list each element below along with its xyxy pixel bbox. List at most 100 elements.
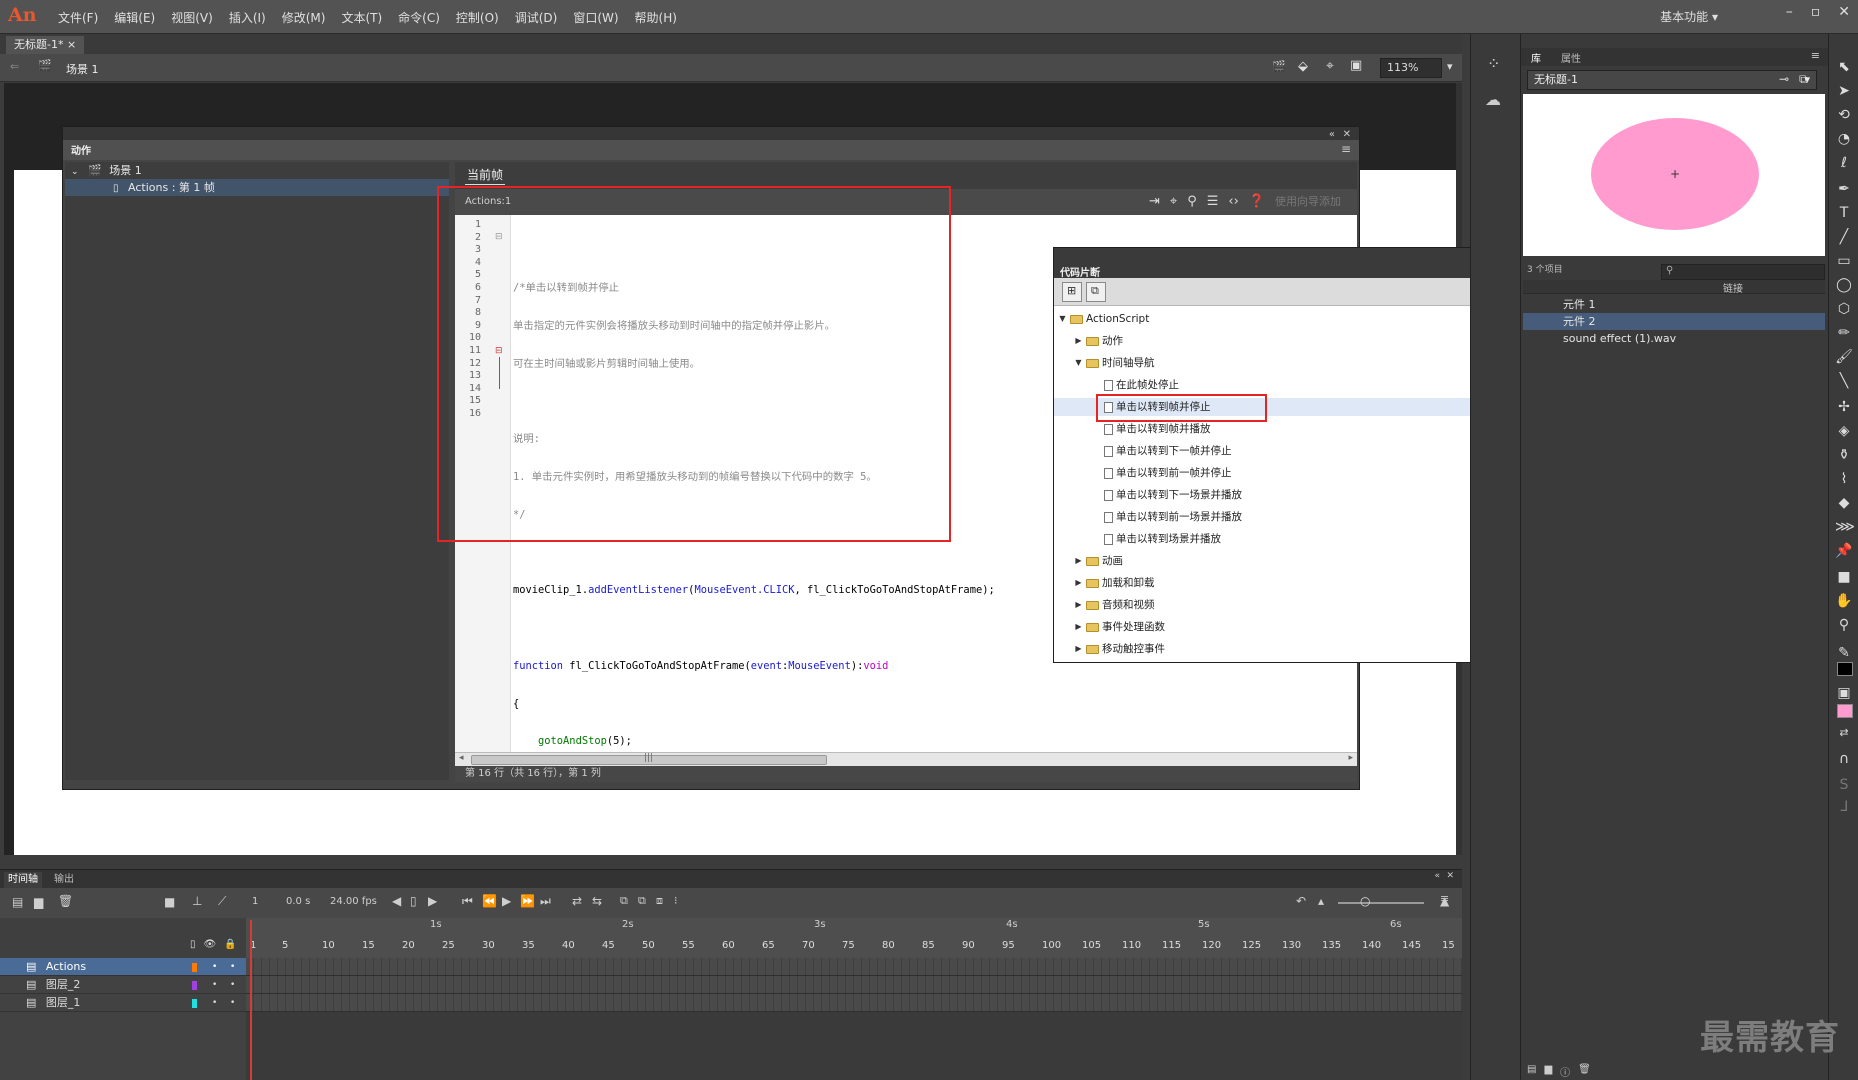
layer-color-swatch[interactable]: [192, 963, 197, 972]
library-item[interactable]: 元件 2: [1523, 313, 1825, 330]
tab-output[interactable]: 输出: [50, 872, 78, 888]
snippet-folder[interactable]: ▶ 加载和卸载: [1074, 574, 1154, 592]
pin-icon[interactable]: 📌: [1835, 542, 1853, 560]
trash-icon[interactable]: 🗑: [1578, 1064, 1591, 1079]
layer-row[interactable]: ▤ Actions • •: [0, 958, 246, 976]
menu-help[interactable]: 帮助(H): [627, 9, 685, 26]
snippet-item[interactable]: 在此帧处停止: [1104, 376, 1179, 394]
help-icon[interactable]: ❓: [1249, 194, 1265, 209]
triangle-right-icon[interactable]: ▶: [1074, 640, 1083, 658]
maximize-icon[interactable]: ▫: [1811, 4, 1821, 20]
lock-icon[interactable]: 🔒: [224, 939, 236, 950]
ink-bottle-icon[interactable]: ⚱: [1835, 446, 1853, 464]
arrow-left-icon[interactable]: ◂: [459, 753, 464, 763]
layer-color-swatch[interactable]: [192, 981, 197, 990]
layer-color-swatch[interactable]: [192, 999, 197, 1008]
menu-edit[interactable]: 编辑(E): [106, 9, 163, 26]
target-icon[interactable]: ⌖: [1170, 194, 1177, 209]
library-search-input[interactable]: ⚲: [1661, 264, 1825, 280]
onion-outline-icon[interactable]: ⧉: [638, 894, 646, 908]
workspace-switcher[interactable]: 基本功能 ▾: [1660, 8, 1718, 25]
editor-horizontal-scrollbar[interactable]: ◂ ||| ▸: [455, 752, 1357, 766]
swap-colors-icon[interactable]: ⇄: [1835, 724, 1853, 742]
layer-row[interactable]: ▤ 图层_2 • •: [0, 976, 246, 994]
fill-color-icon[interactable]: ▣: [1835, 684, 1853, 702]
copy-to-clipboard-button[interactable]: ⧉: [1086, 282, 1106, 302]
bone-tool-icon[interactable]: ✢: [1835, 398, 1853, 416]
snippet-item[interactable]: 单击以转到场景并播放: [1104, 530, 1221, 548]
pin-icon[interactable]: ⇥: [1149, 194, 1160, 209]
motion-presets-icon[interactable]: ⁘: [1487, 54, 1500, 73]
free-transform-icon[interactable]: ⟲: [1835, 106, 1853, 124]
lock-dot[interactable]: •: [230, 958, 235, 976]
menu-text[interactable]: 文本(T): [333, 9, 390, 26]
visibility-dot[interactable]: •: [212, 958, 217, 976]
camera-icon[interactable]: ■: [164, 895, 175, 909]
visibility-dot[interactable]: •: [212, 976, 217, 994]
tab-properties[interactable]: 属性: [1561, 50, 1581, 65]
folder-icon[interactable]: ▆: [34, 895, 43, 909]
clip-stage-icon[interactable]: ▣: [1350, 58, 1362, 73]
scene-node[interactable]: ⌄ 🎬 场景 1: [65, 162, 449, 179]
triangle-right-icon[interactable]: ▶: [1074, 552, 1083, 570]
zoom-out-icon[interactable]: ▴: [1318, 894, 1324, 908]
last-frame-icon[interactable]: ⏭: [540, 894, 551, 909]
playhead[interactable]: [250, 920, 252, 1080]
snippet-folder[interactable]: ▼ 时间轴导航: [1074, 354, 1154, 372]
arrow-right-icon[interactable]: ▸: [1348, 753, 1353, 763]
step-forward-icon[interactable]: ⏩: [520, 894, 535, 908]
snippet-item[interactable]: 单击以转到前一帧并停止: [1104, 464, 1232, 482]
width-tool-icon[interactable]: ⋙: [1835, 518, 1855, 536]
prev-keyframe-icon[interactable]: ◀: [392, 894, 401, 908]
new-layer-icon[interactable]: ▤: [12, 895, 23, 909]
onion-skin-icon[interactable]: ⧉: [620, 894, 628, 908]
zoom-select[interactable]: 113%: [1380, 58, 1442, 78]
line-tool-icon[interactable]: ╱: [1835, 228, 1853, 246]
lock-dot[interactable]: •: [230, 994, 235, 1012]
frame-row[interactable]: [246, 958, 1462, 976]
minimize-icon[interactable]: –: [1786, 4, 1793, 20]
hand-tool-icon[interactable]: ✋: [1835, 592, 1853, 610]
eyedropper-icon[interactable]: ⌇: [1835, 470, 1853, 488]
properties-icon[interactable]: ⓘ: [1560, 1064, 1570, 1079]
tab-current-frame[interactable]: 当前帧: [465, 165, 506, 185]
trash-icon[interactable]: 🗑: [58, 894, 73, 908]
menu-file[interactable]: 文件(F): [50, 9, 106, 26]
outline-icon[interactable]: ▯: [190, 939, 196, 950]
subselection-tool-icon[interactable]: ➤: [1835, 82, 1853, 100]
frame-rate[interactable]: 24.00 fps: [330, 896, 377, 907]
library-item[interactable]: 元件 1: [1523, 296, 1825, 313]
column-linkage[interactable]: 链接: [1723, 280, 1743, 295]
frame-row[interactable]: [246, 976, 1462, 994]
play-icon[interactable]: ▶: [502, 894, 511, 908]
close-icon[interactable]: ✕: [1838, 4, 1850, 20]
snippet-folder[interactable]: ▶ 移动触控事件: [1074, 640, 1165, 658]
back-arrow-icon[interactable]: ⇐: [10, 60, 19, 73]
eye-icon[interactable]: 👁: [204, 939, 217, 950]
new-folder-icon[interactable]: ▆: [1544, 1064, 1552, 1079]
lock-dot[interactable]: •: [230, 976, 235, 994]
collapse-icon[interactable]: «: [1434, 871, 1440, 881]
3d-rotation-icon[interactable]: ◔: [1835, 130, 1853, 148]
close-icon[interactable]: ×: [67, 38, 76, 51]
menu-view[interactable]: 视图(V): [163, 9, 221, 26]
snippet-folder[interactable]: ▶ 动画: [1074, 552, 1123, 570]
edit-scene-icon[interactable]: 🎬: [1272, 60, 1286, 73]
panel-menu-icon[interactable]: ≡: [1341, 142, 1351, 156]
add-to-frame-button[interactable]: ⊞: [1062, 282, 1082, 302]
menu-insert[interactable]: 插入(I): [221, 9, 274, 26]
triangle-right-icon[interactable]: ▶: [1074, 596, 1083, 614]
snippet-folder[interactable]: ▶ 音频和视频: [1074, 596, 1154, 614]
format-code-icon[interactable]: ☰: [1207, 194, 1219, 209]
new-symbol-icon[interactable]: ▤: [1527, 1064, 1536, 1079]
menu-control[interactable]: 控制(O): [448, 9, 507, 26]
triangle-right-icon[interactable]: ▶: [1074, 618, 1083, 636]
camera-icon[interactable]: ■: [1835, 568, 1853, 586]
current-frame[interactable]: 1: [252, 896, 258, 907]
slider-handle[interactable]: ○: [1360, 894, 1370, 908]
step-back-icon[interactable]: ⏪: [482, 894, 497, 908]
pen-icon[interactable]: ✒: [1835, 180, 1853, 198]
stroke-color-swatch[interactable]: [1837, 662, 1853, 676]
graph-icon[interactable]: ⟋: [218, 894, 226, 909]
triangle-right-icon[interactable]: ▶: [1074, 332, 1083, 350]
